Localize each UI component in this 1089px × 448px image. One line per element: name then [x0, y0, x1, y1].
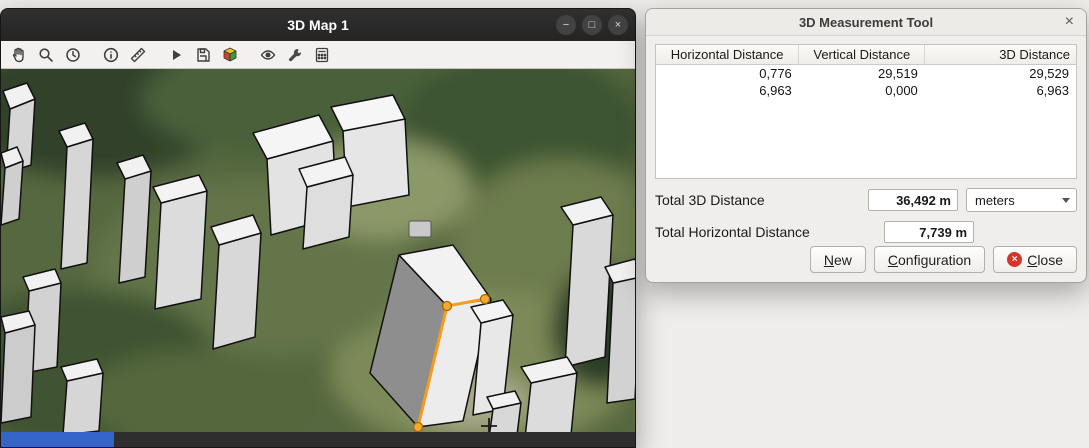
identify-button[interactable] — [98, 43, 123, 66]
table-header-row: Horizontal Distance Vertical Distance 3D… — [656, 45, 1076, 65]
measurement-row[interactable]: 6,963 0,000 6,963 — [656, 82, 1076, 99]
cell-3d: 6,963 — [925, 82, 1076, 99]
map-window-title: 3D Map 1 — [287, 17, 348, 33]
minimize-button[interactable]: − — [556, 15, 576, 35]
total-horizontal-distance-label: Total Horizontal Distance — [655, 224, 810, 240]
zoom-full-button[interactable] — [33, 43, 58, 66]
identify-icon — [102, 46, 120, 64]
measurement-row[interactable]: 0,776 29,519 29,529 — [656, 65, 1076, 83]
button-label: New — [824, 252, 852, 268]
visibility-button[interactable] — [255, 43, 280, 66]
maximize-icon: □ — [589, 20, 596, 31]
cube-3d-icon — [221, 46, 239, 64]
map-window-bottom-edge — [1, 432, 635, 447]
cell-vertical: 0,000 — [799, 82, 925, 99]
play-animation-button[interactable] — [163, 43, 188, 66]
eye-icon — [259, 46, 277, 64]
configuration-button[interactable]: Configuration — [874, 246, 985, 273]
close-icon: × — [615, 20, 621, 31]
clock-icon — [64, 46, 82, 64]
map-window: 3D Map 1 − □ × — [0, 8, 636, 448]
map-toolbar — [1, 41, 635, 69]
save-image-button[interactable] — [190, 43, 215, 66]
settings-button[interactable] — [282, 43, 307, 66]
dialog-titlebar[interactable]: 3D Measurement Tool × — [646, 9, 1086, 36]
magnifier-icon — [37, 46, 55, 64]
save-icon — [194, 46, 212, 64]
dialog-title: 3D Measurement Tool — [799, 15, 933, 30]
background-taskbar — [1, 432, 114, 447]
cell-horizontal: 0,776 — [656, 65, 799, 83]
play-icon — [167, 46, 185, 64]
cell-3d: 29,529 — [925, 65, 1076, 83]
maximize-button[interactable]: □ — [582, 15, 602, 35]
close-button[interactable]: × Close — [993, 246, 1077, 273]
header-3d-distance[interactable]: 3D Distance — [925, 45, 1076, 65]
measurement-tool-dialog: 3D Measurement Tool × Horizontal Distanc… — [645, 8, 1087, 283]
total-3d-distance-label: Total 3D Distance — [655, 192, 765, 208]
close-window-button[interactable]: × — [608, 15, 628, 35]
units-dropdown[interactable]: meters — [966, 188, 1077, 212]
measurements-table: Horizontal Distance Vertical Distance 3D… — [655, 44, 1077, 179]
map-3d-viewport[interactable] — [1, 69, 635, 432]
map-3d-scene — [1, 69, 635, 432]
total-3d-distance-row: Total 3D Distance 36,492 m meters — [655, 188, 1077, 212]
map-window-titlebar[interactable]: 3D Map 1 − □ × — [1, 9, 635, 41]
units-selected-value: meters — [975, 193, 1062, 208]
window-controls: − □ × — [556, 15, 628, 35]
cell-vertical: 29,519 — [799, 65, 925, 83]
button-label: Configuration — [888, 252, 971, 268]
desktop: 3D Map 1 − □ × — [0, 0, 1089, 446]
ruler-icon — [129, 46, 147, 64]
calculator-button[interactable] — [309, 43, 334, 66]
total-horizontal-distance-value: 7,739 m — [884, 221, 974, 243]
chevron-down-icon — [1062, 198, 1070, 203]
calculator-icon — [313, 46, 331, 64]
3d-scene-button[interactable] — [217, 43, 242, 66]
button-label: Close — [1027, 252, 1063, 268]
cell-horizontal: 6,963 — [656, 82, 799, 99]
header-horizontal-distance[interactable]: Horizontal Distance — [656, 45, 799, 65]
dialog-button-row: New Configuration × Close — [655, 246, 1077, 273]
dialog-close-button[interactable]: × — [1061, 11, 1078, 33]
close-red-icon: × — [1007, 252, 1022, 267]
pan-hand-icon — [10, 46, 28, 64]
new-button[interactable]: New — [810, 246, 866, 273]
time-button[interactable] — [60, 43, 85, 66]
total-horizontal-distance-row: Total Horizontal Distance 7,739 m — [655, 221, 1077, 243]
wrench-icon — [286, 46, 304, 64]
minimize-icon: − — [563, 20, 569, 31]
total-3d-distance-value: 36,492 m — [868, 189, 958, 211]
dialog-body: Horizontal Distance Vertical Distance 3D… — [646, 36, 1086, 282]
header-vertical-distance[interactable]: Vertical Distance — [799, 45, 925, 65]
close-icon: × — [1065, 13, 1074, 30]
measure-button[interactable] — [125, 43, 150, 66]
pan-button[interactable] — [6, 43, 31, 66]
